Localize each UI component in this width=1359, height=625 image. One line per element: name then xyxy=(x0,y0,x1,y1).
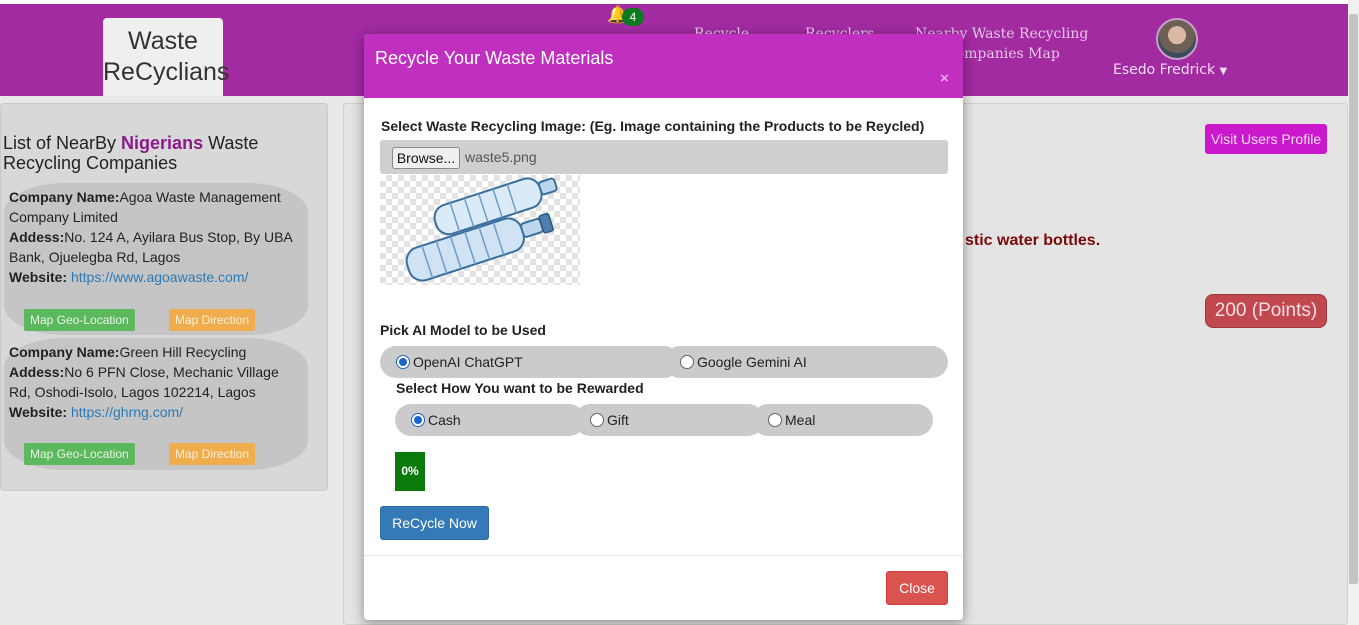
modal-header: Recycle Your Waste Materials × xyxy=(364,34,963,98)
recycle-modal: Recycle Your Waste Materials × Select Wa… xyxy=(364,34,963,620)
model-option-openai[interactable]: OpenAI ChatGPT xyxy=(380,346,680,378)
close-icon[interactable]: × xyxy=(940,70,949,87)
upload-progress-bar: 0% xyxy=(395,452,425,491)
logo-line-2: ReCyclians xyxy=(103,58,230,86)
waste-image-preview xyxy=(380,175,580,285)
recycle-result-text: stic water bottles. xyxy=(965,232,1101,249)
recycle-now-button[interactable]: ReCycle Now xyxy=(380,506,489,540)
sidebar-title: List of NearBy Nigerians Waste Recycling… xyxy=(3,133,259,173)
notification-badge: 4 xyxy=(622,8,644,26)
logo-line-1: Waste xyxy=(128,27,198,55)
image-select-label: Select Waste Recycling Image: (Eg. Image… xyxy=(381,118,925,134)
visit-users-profile-button[interactable]: Visit Users Profile xyxy=(1205,124,1327,154)
file-input[interactable]: Browse... waste5.png xyxy=(380,140,948,174)
avatar[interactable] xyxy=(1156,18,1198,60)
points-badge: 200 (Points) xyxy=(1205,294,1327,328)
ai-model-label: Pick AI Model to be Used xyxy=(380,322,546,338)
map-geo-location-button[interactable]: Map Geo-Location xyxy=(24,443,135,465)
company-website-link[interactable]: https://www.agoawaste.com/ xyxy=(71,269,248,285)
map-geo-location-button[interactable]: Map Geo-Location xyxy=(24,309,135,331)
modal-title: Recycle Your Waste Materials xyxy=(375,48,614,68)
radio-openai[interactable] xyxy=(396,355,410,369)
selected-file-name: waste5.png xyxy=(465,149,537,165)
model-option-gemini[interactable]: Google Gemini AI xyxy=(664,346,948,378)
map-direction-button[interactable]: Map Direction xyxy=(169,309,256,331)
site-logo[interactable]: Waste ReCyclians xyxy=(103,18,230,96)
scrollbar-thumb[interactable] xyxy=(1349,14,1358,584)
radio-gemini[interactable] xyxy=(680,355,694,369)
radio-cash[interactable] xyxy=(411,413,425,427)
reward-label: Select How You want to be Rewarded xyxy=(396,380,644,396)
reward-option-meal[interactable]: Meal xyxy=(752,404,933,436)
plastic-bottles-image xyxy=(405,177,558,282)
browse-button[interactable]: Browse... xyxy=(392,147,460,169)
radio-meal[interactable] xyxy=(768,413,782,427)
radio-gift[interactable] xyxy=(590,413,604,427)
reward-option-gift[interactable]: Gift xyxy=(574,404,764,436)
reward-option-cash[interactable]: Cash xyxy=(395,404,585,436)
user-name: Esedo Fredrick xyxy=(1113,62,1216,78)
company-website-link[interactable]: https://ghrng.com/ xyxy=(71,404,183,420)
modal-footer-divider xyxy=(364,555,963,556)
caret-down-icon: ▼ xyxy=(1219,66,1228,77)
close-button[interactable]: Close xyxy=(886,571,948,605)
user-menu[interactable]: Esedo Fredrick ▼ xyxy=(1113,62,1227,78)
map-direction-button[interactable]: Map Direction xyxy=(169,443,256,465)
